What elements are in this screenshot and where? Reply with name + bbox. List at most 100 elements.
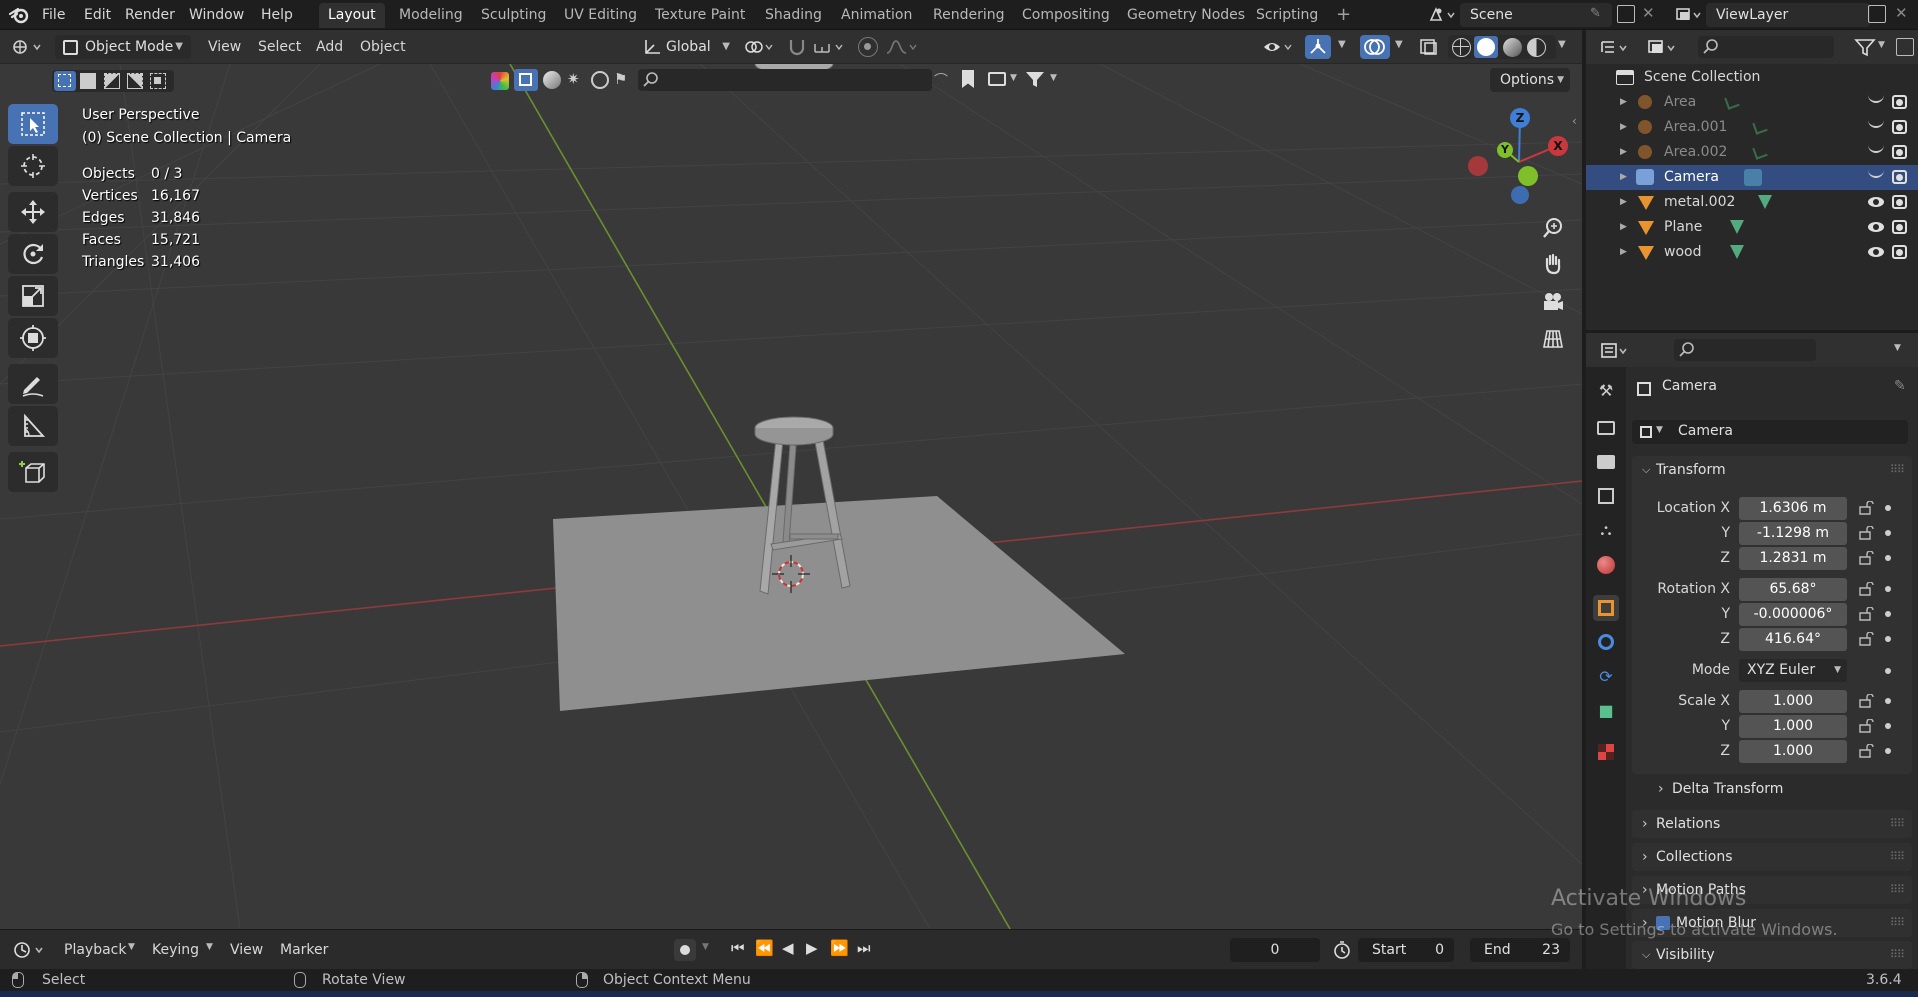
eye-visible-icon[interactable] bbox=[1868, 247, 1884, 257]
keyframe-dot-icon[interactable] bbox=[1885, 586, 1891, 592]
scene-icon[interactable] bbox=[1428, 5, 1458, 25]
collections-panel-header[interactable]: › Collections ⠿⠿ bbox=[1632, 843, 1912, 871]
menu-edit[interactable]: Edit bbox=[78, 4, 117, 26]
mode-dropdown[interactable]: Object Mode ▼ bbox=[55, 35, 191, 59]
keying-menu[interactable]: Keying bbox=[152, 939, 199, 961]
new-collection-icon[interactable] bbox=[1896, 38, 1914, 56]
drag-handle-icon[interactable]: ⠿⠿ bbox=[1890, 909, 1905, 937]
view-layer-field[interactable]: ViewLayer bbox=[1706, 3, 1870, 27]
outliner-scene-collection[interactable]: Scene Collection bbox=[1586, 65, 1918, 90]
next-keyframe-icon[interactable]: ⏩ bbox=[830, 939, 849, 957]
tab-object-data[interactable]: ■ bbox=[1593, 697, 1619, 723]
eye-hidden-icon[interactable] bbox=[1868, 145, 1884, 153]
eye-visible-icon[interactable] bbox=[1868, 197, 1884, 207]
outliner-item[interactable]: ▶ Plane bbox=[1586, 215, 1918, 240]
location-x-field[interactable]: 1.6306 m bbox=[1739, 497, 1847, 520]
falloff-icon[interactable] bbox=[884, 38, 920, 60]
tab-texture-paint[interactable]: Texture Paint bbox=[646, 3, 754, 28]
chevron-down-icon[interactable]: ▼ bbox=[1878, 40, 1885, 50]
delete-view-layer-icon[interactable]: ✕ bbox=[1895, 4, 1908, 22]
chevron-down-icon[interactable]: ▼ bbox=[1395, 39, 1403, 50]
filter-arc-icon[interactable]: ⌒ bbox=[934, 70, 948, 90]
scale-y-field[interactable]: 1.000 bbox=[1739, 715, 1847, 738]
timeline-editor-icon[interactable] bbox=[12, 940, 48, 964]
mesh-data-icon[interactable] bbox=[1730, 245, 1744, 259]
measure-tool[interactable] bbox=[8, 406, 58, 446]
prev-keyframe-icon[interactable]: ⏪ bbox=[755, 939, 774, 957]
outliner-search-field[interactable] bbox=[1698, 36, 1834, 58]
transform-tool[interactable] bbox=[8, 318, 58, 358]
render-visibility-icon[interactable] bbox=[1892, 195, 1907, 209]
transform-panel-header[interactable]: ⌵ Transform ⠿⠿ bbox=[1632, 456, 1912, 484]
options-dropdown[interactable]: Options ▼ bbox=[1490, 68, 1570, 92]
lock-icon[interactable] bbox=[1858, 693, 1874, 708]
visibility-toggle-icon[interactable] bbox=[1262, 38, 1294, 60]
eye-hidden-icon[interactable] bbox=[1868, 95, 1884, 103]
tab-layout[interactable]: Layout bbox=[319, 3, 385, 28]
rotation-mode-dropdown[interactable]: XYZ Euler ▼ bbox=[1739, 659, 1847, 682]
overlap-icon[interactable] bbox=[988, 72, 1006, 86]
keyframe-dot-icon[interactable] bbox=[1885, 555, 1891, 561]
props-data-field[interactable]: ▼ Camera bbox=[1632, 420, 1908, 444]
outliner-item[interactable]: ▶ Area.001 bbox=[1586, 115, 1918, 140]
render-visibility-icon[interactable] bbox=[1892, 245, 1907, 259]
properties-search-field[interactable] bbox=[1674, 339, 1816, 361]
chevron-down-icon[interactable]: ▼ bbox=[1558, 39, 1566, 50]
location-y-field[interactable]: -1.1298 m bbox=[1739, 522, 1847, 545]
jump-end-icon[interactable]: ⏭ bbox=[857, 939, 871, 957]
expand-arrow-icon[interactable]: ▶ bbox=[1620, 115, 1627, 140]
expand-arrow-icon[interactable]: ▶ bbox=[1620, 190, 1627, 215]
light-data-icon[interactable] bbox=[1724, 94, 1740, 110]
eye-hidden-icon[interactable] bbox=[1868, 170, 1884, 178]
tab-texture[interactable] bbox=[1593, 739, 1619, 765]
tab-view-layer[interactable] bbox=[1593, 483, 1619, 509]
delete-scene-icon[interactable]: ✕ bbox=[1642, 4, 1655, 22]
tab-scene[interactable]: ⛬ bbox=[1593, 517, 1619, 543]
render-visibility-icon[interactable] bbox=[1892, 120, 1907, 134]
annotate-tool[interactable] bbox=[8, 364, 58, 404]
pan-button[interactable] bbox=[1537, 248, 1569, 280]
tab-geometry-nodes[interactable]: Geometry Nodes bbox=[1118, 3, 1254, 28]
camera-data-icon[interactable] bbox=[1744, 169, 1762, 186]
tab-world[interactable] bbox=[1593, 552, 1619, 578]
snap-icon[interactable] bbox=[786, 37, 808, 61]
menu-window[interactable]: Window bbox=[183, 4, 250, 26]
select-intersect-icon[interactable] bbox=[150, 73, 166, 89]
lock-icon[interactable] bbox=[1858, 743, 1874, 758]
keyframe-dot-icon[interactable] bbox=[1885, 636, 1891, 642]
chevron-down-icon[interactable]: ▼ bbox=[1894, 343, 1901, 353]
chevron-down-icon[interactable]: ▼ bbox=[702, 942, 709, 952]
add-cube-tool[interactable] bbox=[8, 452, 58, 492]
stopwatch-icon[interactable] bbox=[1332, 940, 1352, 964]
tab-constraints[interactable]: ⟳ bbox=[1593, 663, 1619, 689]
overlays-toggle-icon[interactable] bbox=[1360, 35, 1390, 59]
move-tool[interactable] bbox=[8, 192, 58, 232]
outliner-item[interactable]: ▶ wood bbox=[1586, 240, 1918, 265]
projection-toggle-button[interactable] bbox=[1537, 323, 1569, 355]
current-frame-field[interactable]: 0 bbox=[1230, 938, 1320, 962]
lock-icon[interactable] bbox=[1858, 631, 1874, 646]
new-scene-icon[interactable] bbox=[1617, 5, 1635, 23]
outliner-item[interactable]: ▶ metal.002 bbox=[1586, 190, 1918, 215]
object-type-mesh-icon[interactable] bbox=[514, 69, 538, 91]
render-visibility-icon[interactable] bbox=[1892, 170, 1907, 184]
snap-target-icon[interactable] bbox=[812, 38, 846, 60]
outliner-editor-icon[interactable] bbox=[1600, 38, 1632, 62]
tab-rendering[interactable]: Rendering bbox=[924, 3, 1014, 28]
proportional-edit-icon[interactable] bbox=[858, 37, 878, 57]
tab-tool[interactable]: ⚒ bbox=[1593, 377, 1619, 403]
lock-icon[interactable] bbox=[1858, 581, 1874, 596]
outliner-item[interactable]: ▶ Area bbox=[1586, 90, 1918, 115]
pin-scene-icon[interactable]: ✎ bbox=[1590, 6, 1601, 21]
start-frame-field[interactable]: Start 0 bbox=[1358, 938, 1454, 962]
keyframe-dot-icon[interactable] bbox=[1885, 723, 1891, 729]
play-icon[interactable]: ▶ bbox=[806, 939, 818, 957]
orientation-dropdown[interactable]: Global ▼ bbox=[636, 35, 734, 59]
record-keyframe-icon[interactable] bbox=[674, 939, 696, 961]
eye-hidden-icon[interactable] bbox=[1868, 120, 1884, 128]
display-mode-icon[interactable] bbox=[1646, 38, 1680, 62]
tab-animation[interactable]: Animation bbox=[832, 3, 921, 28]
add-workspace-icon[interactable]: + bbox=[1330, 4, 1357, 26]
tab-object[interactable] bbox=[1593, 595, 1619, 621]
location-z-field[interactable]: 1.2831 m bbox=[1739, 547, 1847, 570]
